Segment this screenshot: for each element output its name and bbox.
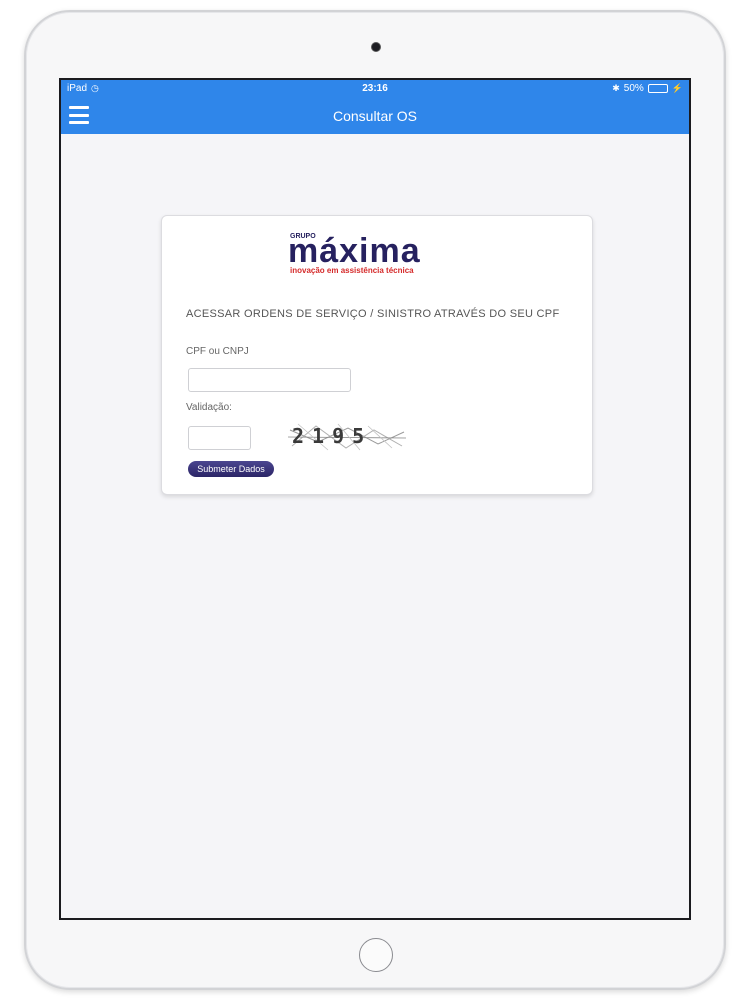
logo-tagline: inovação em assistência técnica: [290, 266, 414, 275]
captcha-image: 2195: [288, 422, 406, 452]
validation-input[interactable]: [188, 426, 251, 450]
company-logo: GRUPO máxima inovação em assistência téc…: [288, 232, 450, 276]
status-right: ✱ 50% ⚡: [612, 83, 683, 94]
battery-percent: 50%: [623, 83, 644, 94]
logo-name-text: máxima: [288, 232, 421, 270]
cpf-label: CPF ou CNPJ: [186, 346, 249, 357]
charging-icon: ⚡: [671, 83, 683, 93]
status-time: 23:16: [362, 83, 388, 94]
status-bar: iPad ◷ 23:16 ✱ 50% ⚡: [61, 80, 689, 98]
captcha-text: 2195: [292, 424, 373, 448]
battery-icon: [647, 84, 668, 93]
submit-button[interactable]: Submeter Dados: [188, 461, 274, 477]
bluetooth-icon: ✱: [612, 83, 620, 93]
nav-title: Consultar OS: [332, 108, 418, 124]
login-card: GRUPO máxima inovação em assistência téc…: [161, 215, 593, 495]
front-camera: [371, 42, 381, 52]
validation-label: Validação:: [186, 402, 232, 413]
form-heading: ACESSAR ORDENS DE SERVIÇO / SINISTRO ATR…: [186, 308, 560, 320]
home-button[interactable]: [359, 938, 393, 972]
app-screen: iPad ◷ 23:16 ✱ 50% ⚡ Consultar OS GRUPO …: [59, 78, 691, 920]
nav-bar: Consultar OS: [61, 98, 689, 134]
cpf-input[interactable]: [188, 368, 351, 392]
